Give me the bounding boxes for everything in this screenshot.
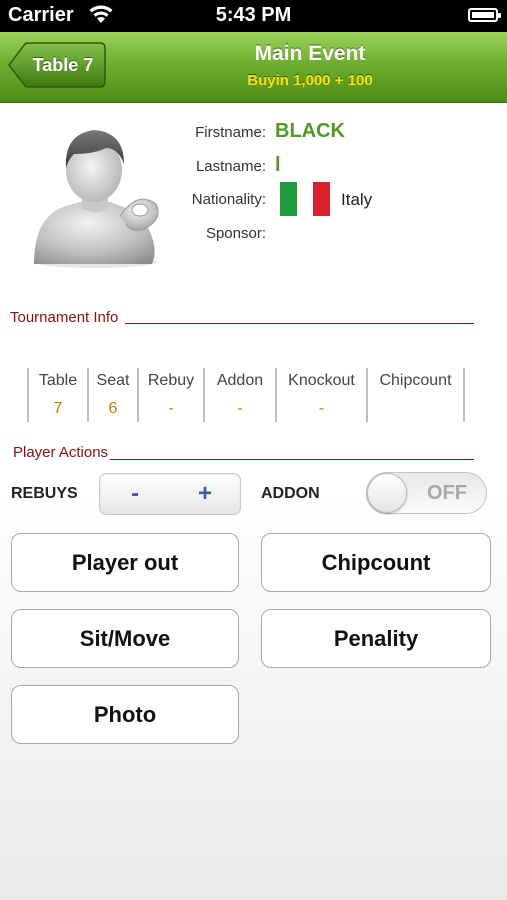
page-subtitle: Buyin 1,000 + 100 (247, 72, 373, 89)
tournament-info-divider (125, 323, 474, 324)
column-header: Chipcount (379, 372, 452, 389)
column-header: Addon (216, 372, 264, 389)
info-column-rebuy: Rebuy - (139, 368, 203, 422)
player-actions-divider (110, 459, 474, 460)
photo-button[interactable]: Photo (11, 685, 239, 744)
column-value: - (168, 400, 174, 417)
player-actions-title: Player Actions (13, 444, 109, 461)
page-title: Main Event (254, 42, 366, 65)
column-header: Rebuy (147, 372, 195, 389)
info-column-seat: Seat 6 (89, 368, 137, 422)
sponsor-label: Sponsor: (205, 225, 266, 242)
navigation-bar: Table 7 Main Event Buyin 1,000 + 100 (0, 32, 507, 103)
column-value: 7 (53, 400, 63, 417)
player-out-button[interactable]: Player out (11, 533, 239, 592)
back-button[interactable]: Table 7 (8, 42, 106, 88)
sit-move-button[interactable]: Sit/Move (11, 609, 239, 668)
rebuys-label: REBUYS (11, 485, 78, 502)
column-value: 6 (108, 400, 118, 417)
back-button-label: Table 7 (32, 55, 94, 75)
status-bar: Carrier 5:43 PM (0, 0, 507, 32)
info-column-addon: Addon - (205, 368, 275, 422)
column-header: Table (38, 372, 78, 389)
column-header: Seat (96, 372, 130, 389)
rebuys-stepper[interactable]: - + (99, 473, 241, 515)
addon-toggle[interactable]: OFF (366, 472, 487, 514)
firstname-label: Firstname: (195, 124, 266, 141)
addon-label: ADDON (261, 485, 320, 502)
column-value: - (318, 400, 325, 417)
firstname-value: BLACK (275, 120, 345, 142)
clock: 5:43 PM (215, 4, 292, 26)
column-divider (463, 368, 465, 422)
rebuys-decrement-button[interactable]: - (100, 474, 170, 514)
rebuys-increment-button[interactable]: + (170, 474, 240, 514)
toggle-state-label: OFF (427, 482, 467, 504)
tournament-info-title: Tournament Info (10, 309, 119, 326)
column-value: - (237, 400, 243, 417)
lastname-value: l (275, 154, 281, 176)
battery-icon (468, 8, 501, 22)
info-column-chipcount: Chipcount (368, 368, 463, 422)
info-column-knockout: Knockout - (277, 368, 366, 422)
chipcount-button[interactable]: Chipcount (261, 533, 491, 592)
info-column-table: Table 7 (29, 368, 87, 422)
penality-button[interactable]: Penality (261, 609, 491, 668)
nationality-value: Italy (341, 190, 373, 209)
nationality-label: Nationality: (191, 191, 266, 208)
italy-flag-icon (280, 182, 330, 216)
column-header: Knockout (288, 372, 355, 389)
lastname-label: Lastname: (195, 158, 266, 175)
toggle-knob[interactable] (367, 473, 407, 513)
